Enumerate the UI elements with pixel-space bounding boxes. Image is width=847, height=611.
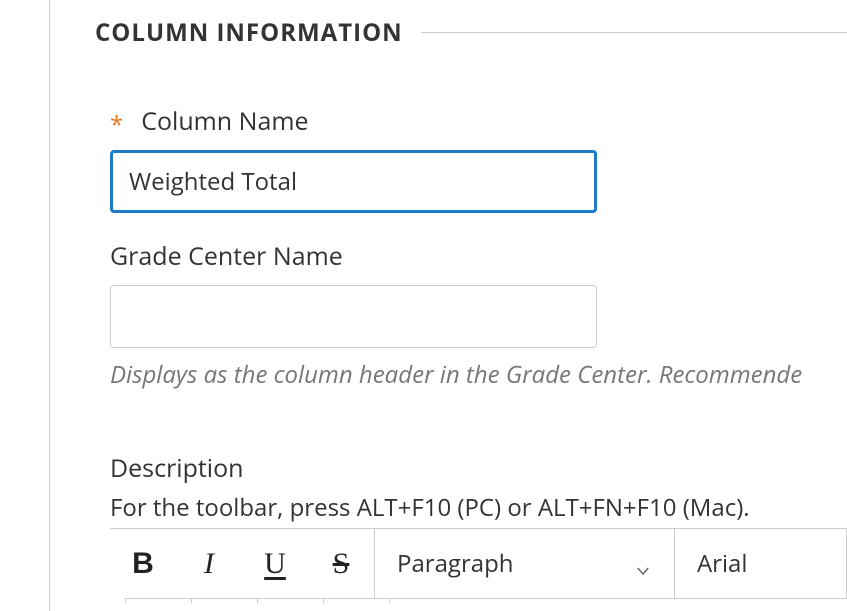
cell (324, 599, 390, 603)
cell (192, 599, 258, 603)
description-label: Description (110, 451, 847, 485)
toolbar-row-below (125, 599, 847, 603)
font-family-dropdown[interactable]: Arial (675, 529, 847, 598)
section-header: COLUMN INFORMATION (95, 16, 847, 49)
font-family-value: Arial (697, 547, 747, 580)
grade-center-name-input[interactable] (110, 285, 597, 348)
grade-center-name-label: Grade Center Name (110, 239, 343, 273)
grade-center-name-help: Displays as the column header in the Gra… (110, 358, 847, 391)
strikethrough-button[interactable]: S (308, 529, 374, 598)
required-asterisk-icon: * (110, 113, 123, 137)
grade-center-name-label-row: Grade Center Name (110, 239, 847, 273)
column-name-input[interactable] (110, 150, 597, 213)
column-name-label-row: * Column Name (110, 104, 847, 138)
description-field: Description For the toolbar, press ALT+F… (95, 451, 847, 603)
cell (126, 599, 192, 603)
section-divider (421, 32, 847, 33)
column-name-field: * Column Name (95, 104, 847, 213)
paragraph-format-value: Paragraph (397, 547, 514, 580)
bold-button[interactable]: B (110, 529, 176, 598)
column-name-label: Column Name (141, 104, 308, 138)
section-title: COLUMN INFORMATION (95, 16, 403, 49)
italic-button[interactable]: I (176, 529, 242, 598)
description-toolbar-hint: For the toolbar, press ALT+F10 (PC) or A… (110, 491, 847, 524)
chevron-down-icon (634, 555, 652, 573)
underline-button[interactable]: U (242, 529, 308, 598)
grade-center-name-field: Grade Center Name Displays as the column… (95, 239, 847, 391)
cell (258, 599, 324, 603)
content-area: COLUMN INFORMATION * Column Name Grade C… (50, 0, 847, 603)
left-rail (0, 0, 50, 611)
text-format-group: B I U S (110, 529, 375, 598)
paragraph-format-dropdown[interactable]: Paragraph (375, 529, 675, 598)
editor-toolbar: B I U S Paragraph Arial (110, 528, 847, 598)
